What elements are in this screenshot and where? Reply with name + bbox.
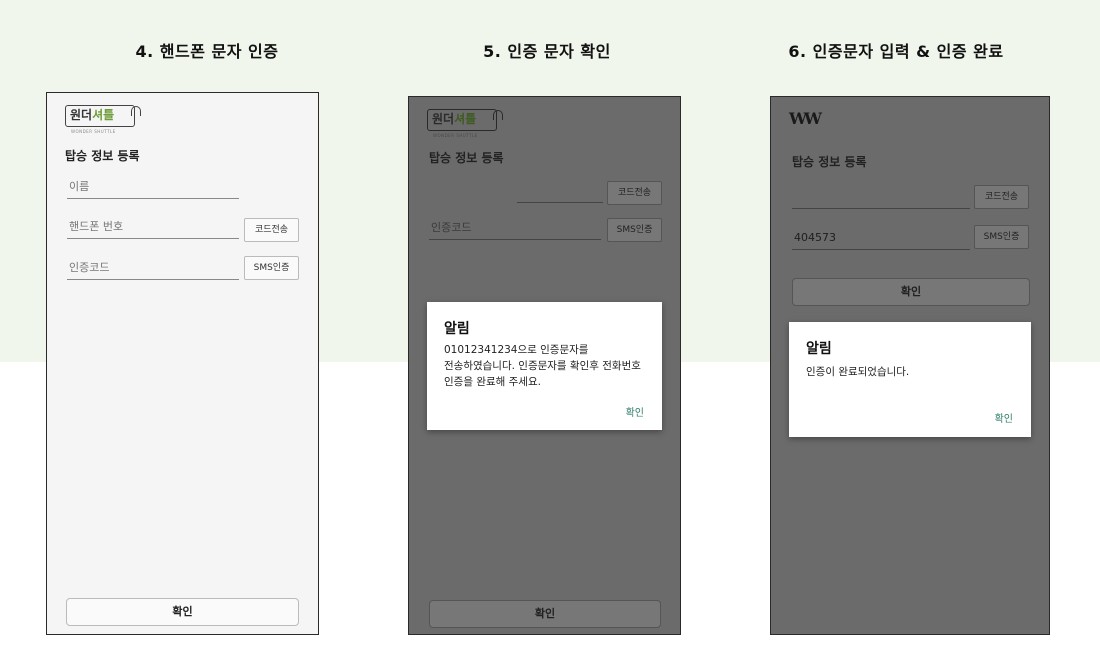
code-send-button[interactable]: 코드전송 [244,218,299,242]
step-4-title: 4. 핸드폰 문자 인증 [135,42,279,61]
phone-screen-step-6: WW 탑승 정보 등록 코드전송 404573 SMS인증 확인 알림 인증이 … [770,96,1050,635]
dialog-message-line-2: 전송하였습니다. 인증문자를 확인후 전화번호 [444,360,641,372]
step-5-title: 5. 인증 문자 확인 [483,42,611,61]
code-send-button[interactable]: 코드전송 [974,185,1029,209]
logo-hook-icon [131,106,141,116]
phone-number-input[interactable] [517,181,603,203]
logo-subtext: WONDER SHUTTLE [433,133,478,138]
sms-verify-button[interactable]: SMS인증 [607,218,662,242]
step-6-title: 6. 인증문자 입력 & 인증 완료 [788,42,1004,61]
logo-hook-icon [493,110,503,120]
confirm-button[interactable]: 확인 [429,600,661,628]
dialog-ok-button[interactable]: 확인 [995,410,1013,425]
form-heading: 탑승 정보 등록 [792,155,867,169]
code-send-button[interactable]: 코드전송 [607,181,662,205]
dialog-message: 인증이 완료되었습니다. [806,366,910,378]
confirm-button[interactable]: 확인 [792,278,1030,306]
wonder-shuttle-logo: 원더셔틀 [65,105,135,127]
dialog-ok-button[interactable]: 확인 [626,404,644,419]
form-heading: 탑승 정보 등록 [65,149,140,163]
form-heading: 탑승 정보 등록 [429,151,504,165]
logo-subtext: WONDER SHUTTLE [71,129,116,134]
alert-dialog: 알림 인증이 완료되었습니다. 확인 [789,322,1031,437]
verification-code-input[interactable]: 인증코드 [429,218,601,240]
wonder-shuttle-logo: 원더셔틀 [427,109,497,131]
phone-number-input[interactable]: 핸드폰 번호 [67,217,239,239]
dialog-message-line-3: 인증을 완료해 주세요. [444,376,541,388]
sms-verify-button[interactable]: SMS인증 [974,225,1029,249]
phone-number-input[interactable] [792,187,970,209]
dialog-message-line-1: 01012341234으로 인증문자를 [444,344,589,356]
verification-code-input[interactable]: 인증코드 [67,258,239,280]
dialog-title: 알림 [444,321,470,337]
verification-code-input[interactable]: 404573 [792,228,970,250]
dialog-title: 알림 [806,341,832,357]
alert-dialog: 알림 01012341234으로 인증문자를 전송하였습니다. 인증문자를 확인… [427,302,662,430]
phone-screen-step-5: 원더셔틀 WONDER SHUTTLE 탑승 정보 등록 코드전송 인증코드 S… [408,96,681,635]
w-logo-icon: WW [789,109,822,128]
sms-verify-button[interactable]: SMS인증 [244,256,299,280]
confirm-button[interactable]: 확인 [66,598,299,626]
name-input[interactable]: 이름 [67,177,239,199]
phone-screen-step-4: 원더셔틀 WONDER SHUTTLE 탑승 정보 등록 이름 핸드폰 번호 코… [46,92,319,635]
